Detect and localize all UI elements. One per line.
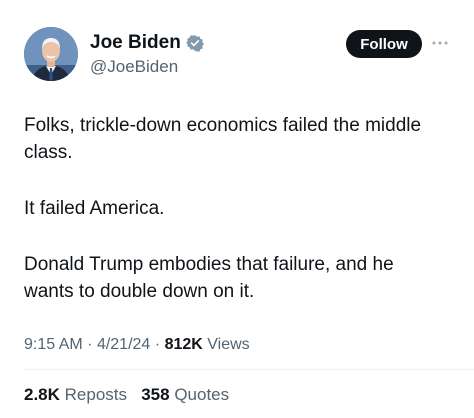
tweet-meta: 9:15 AM · 4/21/24 · 812K Views	[24, 336, 250, 354]
tweet-paragraph: Folks, trickle-down economics failed the…	[24, 115, 422, 163]
views-label: Views	[207, 336, 250, 353]
follow-button[interactable]: Follow	[346, 30, 422, 58]
more-horizontal-icon[interactable]	[430, 33, 450, 53]
verified-badge-icon	[185, 34, 204, 52]
avatar[interactable]	[24, 27, 78, 81]
reposts-label: Reposts	[64, 385, 128, 404]
author-display-name[interactable]: Joe Biden	[90, 32, 181, 54]
author-handle[interactable]: @JoeBiden	[90, 57, 178, 77]
avatar-image	[24, 27, 78, 81]
divider	[24, 369, 474, 370]
tweet-card: Joe Biden @JoeBiden Follow Folks, trickl…	[0, 0, 474, 418]
quotes-label: Quotes	[174, 385, 230, 404]
views-count: 812K	[164, 336, 203, 353]
meta-separator: ·	[154, 336, 161, 353]
tweet-paragraph: It failed America.	[24, 198, 165, 219]
tweet-text: Folks, trickle-down economics failed the…	[24, 112, 444, 305]
quotes-count: 358	[141, 385, 170, 404]
author-name-row: Joe Biden	[90, 32, 204, 54]
tweet-paragraph: Donald Trump embodies that failure, and …	[24, 254, 394, 302]
quotes-link[interactable]: 358 Quotes	[141, 385, 229, 404]
reposts-link[interactable]: 2.8K Reposts	[24, 385, 132, 404]
tweet-time[interactable]: 9:15 AM	[24, 336, 83, 353]
meta-separator: ·	[87, 336, 93, 353]
tweet-date[interactable]: 4/21/24	[97, 336, 150, 353]
engagement-stats: 2.8K Reposts 358 Quotes	[24, 385, 229, 405]
reposts-count: 2.8K	[24, 385, 60, 404]
